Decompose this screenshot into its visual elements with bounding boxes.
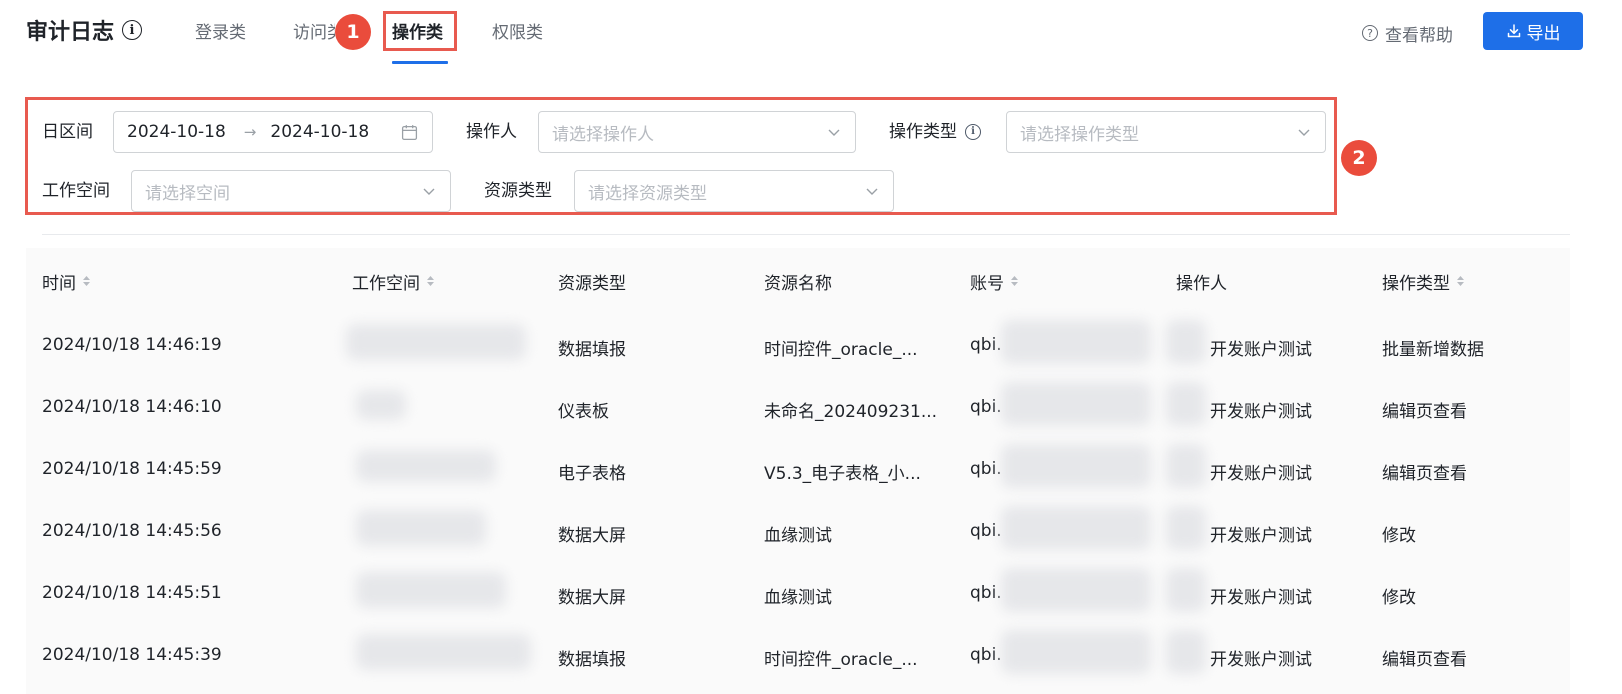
- cell-op-type: 编辑页查看: [1382, 402, 1467, 422]
- page-title-text: 审计日志: [26, 20, 115, 45]
- column-header-label: 操作类型: [1382, 273, 1450, 294]
- redacted-account: [1001, 630, 1151, 674]
- cell-resource-type: 电子表格: [558, 464, 626, 484]
- sort-icon[interactable]: [426, 274, 435, 288]
- filter-highlight-box: [25, 97, 1337, 215]
- cell-resource-name[interactable]: 时间控件_oracle_...: [764, 645, 918, 670]
- cell-operator: 开发账户测试: [1210, 650, 1312, 670]
- column-header-label: 时间: [42, 273, 76, 294]
- sort-icon[interactable]: [82, 274, 91, 288]
- sort-icon[interactable]: [1456, 274, 1465, 288]
- cell-resource-type: 数据填报: [558, 340, 626, 360]
- cell-time: 2024/10/18 14:46:19: [42, 335, 222, 355]
- export-label: 导出: [1526, 23, 1561, 44]
- redacted-workspace: [356, 450, 496, 482]
- tab-visit[interactable]: 访问类: [293, 18, 335, 48]
- step-badge-1: 1: [335, 14, 371, 50]
- column-header-resource-type: 资源类型: [558, 266, 626, 296]
- cell-operator: 开发账户测试: [1210, 402, 1312, 422]
- column-header-op-type[interactable]: 操作类型: [1382, 266, 1465, 296]
- cell-account: qbi.: [970, 335, 1002, 355]
- redacted-workspace: [356, 572, 506, 608]
- redacted-account: [1001, 320, 1151, 364]
- help-label: 查看帮助: [1385, 25, 1453, 46]
- cell-resource-type: 仪表板: [558, 402, 609, 422]
- redacted-operator: [1166, 444, 1206, 488]
- column-header-resource-name: 资源名称: [764, 266, 832, 296]
- redacted-account: [1001, 444, 1151, 488]
- download-icon: [1507, 24, 1520, 38]
- column-header-label: 账号: [970, 273, 1004, 294]
- cell-account: qbi.: [970, 645, 1002, 665]
- cell-resource-type: 数据大屏: [558, 526, 626, 546]
- redacted-account: [1001, 506, 1151, 550]
- cell-op-type: 编辑页查看: [1382, 650, 1467, 670]
- cell-account: qbi.: [970, 583, 1002, 603]
- cell-operator: 开发账户测试: [1210, 526, 1312, 546]
- cell-resource-name[interactable]: 血缘测试: [764, 583, 832, 608]
- step-badge-2: 2: [1341, 140, 1377, 176]
- redacted-operator: [1166, 320, 1206, 364]
- redacted-account: [1001, 568, 1151, 612]
- redacted-operator: [1166, 568, 1206, 612]
- column-header-workspace[interactable]: 工作空间: [352, 266, 435, 296]
- page-header: 审计日志 i 登录类 访问类 操作类 权限类 1 ? 查看帮助 导出: [0, 0, 1622, 66]
- cell-op-type: 修改: [1382, 526, 1416, 546]
- cell-time: 2024/10/18 14:45:39: [42, 645, 222, 665]
- cell-operator: 开发账户测试: [1210, 588, 1312, 608]
- redacted-workspace: [346, 324, 526, 360]
- table-row[interactable]: 2024/10/18 14:45:59 电子表格 V5.3_电子表格_小... …: [26, 438, 1570, 502]
- redacted-workspace: [356, 390, 406, 420]
- column-header-label: 工作空间: [352, 273, 420, 294]
- cell-op-type: 编辑页查看: [1382, 464, 1467, 484]
- cell-time: 2024/10/18 14:45:56: [42, 521, 222, 541]
- cell-account: qbi.: [970, 459, 1002, 479]
- redacted-operator: [1166, 506, 1206, 550]
- help-link[interactable]: ? 查看帮助: [1362, 18, 1453, 48]
- cell-account: qbi.: [970, 397, 1002, 417]
- redacted-operator: [1166, 382, 1206, 426]
- cell-resource-name[interactable]: 血缘测试: [764, 521, 832, 546]
- sort-icon[interactable]: [1010, 274, 1019, 288]
- cell-time: 2024/10/18 14:45:59: [42, 459, 222, 479]
- tab-highlight-box: [383, 11, 457, 51]
- cell-time: 2024/10/18 14:45:51: [42, 583, 222, 603]
- question-icon: ?: [1362, 25, 1378, 41]
- active-tab-indicator: [392, 61, 448, 64]
- table-row[interactable]: 2024/10/18 14:46:10 仪表板 未命名_202409231...…: [26, 376, 1570, 440]
- cell-account: qbi.: [970, 521, 1002, 541]
- cell-operator: 开发账户测试: [1210, 464, 1312, 484]
- cell-resource-name[interactable]: 未命名_202409231...: [764, 397, 937, 422]
- redacted-workspace: [356, 510, 486, 546]
- table-row[interactable]: 2024/10/18 14:45:56 数据大屏 血缘测试 qbi. 开发账户测…: [26, 500, 1570, 564]
- cell-resource-name[interactable]: V5.3_电子表格_小...: [764, 459, 921, 484]
- redacted-operator: [1166, 630, 1206, 674]
- redacted-account: [1001, 382, 1151, 426]
- column-header-time[interactable]: 时间: [42, 266, 91, 296]
- table-row[interactable]: 2024/10/18 14:46:19 数据填报 时间控件_oracle_...…: [26, 314, 1570, 378]
- tab-permission[interactable]: 权限类: [492, 18, 543, 48]
- table-row[interactable]: 2024/10/18 14:45:39 数据填报 时间控件_oracle_...…: [26, 624, 1570, 688]
- column-header-operator: 操作人: [1176, 266, 1227, 296]
- page-title: 审计日志 i: [26, 14, 143, 46]
- section-divider: [42, 234, 1570, 235]
- column-header-label: 资源类型: [558, 273, 626, 294]
- cell-op-type: 批量新增数据: [1382, 340, 1484, 360]
- redacted-workspace: [356, 634, 531, 670]
- tab-login[interactable]: 登录类: [195, 18, 246, 48]
- cell-resource-type: 数据大屏: [558, 588, 626, 608]
- cell-op-type: 修改: [1382, 588, 1416, 608]
- column-header-label: 操作人: [1176, 273, 1227, 294]
- cell-operator: 开发账户测试: [1210, 340, 1312, 360]
- column-header-account[interactable]: 账号: [970, 266, 1019, 296]
- column-header-label: 资源名称: [764, 273, 832, 294]
- info-icon[interactable]: i: [122, 20, 143, 40]
- cell-resource-name[interactable]: 时间控件_oracle_...: [764, 335, 918, 360]
- cell-resource-type: 数据填报: [558, 650, 626, 670]
- export-button[interactable]: 导出: [1483, 12, 1583, 50]
- cell-time: 2024/10/18 14:46:10: [42, 397, 222, 417]
- table-row[interactable]: 2024/10/18 14:45:51 数据大屏 血缘测试 qbi. 开发账户测…: [26, 562, 1570, 626]
